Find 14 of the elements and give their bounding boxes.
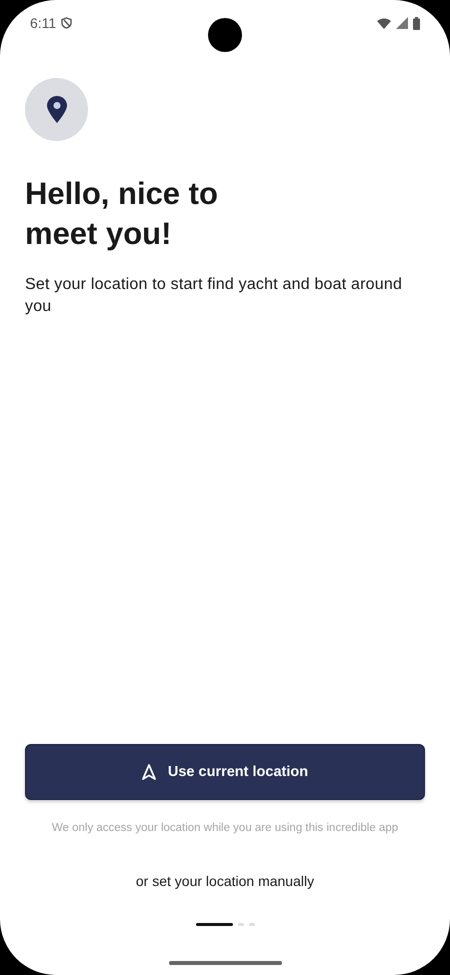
- intro-text: Set your location to start find yacht and boat around you: [25, 275, 404, 317]
- camera-cutout: [208, 18, 242, 52]
- home-indicator[interactable]: [168, 961, 282, 965]
- use-location-button[interactable]: Use current location: [25, 744, 425, 800]
- battery-icon: [413, 16, 420, 30]
- location-pin-icon: [46, 96, 66, 123]
- welcome-title: Hello, nice to meet you!: [25, 175, 219, 253]
- navigation-arrow-icon: [142, 764, 156, 780]
- manual-location-link[interactable]: or set your location manually: [136, 873, 314, 889]
- shield-icon: [61, 17, 72, 29]
- status-time: 6:11: [30, 15, 56, 31]
- signal-icon: [396, 17, 408, 29]
- privacy-note: We only access your location while you are using this incredible app: [52, 822, 398, 834]
- wifi-icon: [377, 18, 391, 28]
